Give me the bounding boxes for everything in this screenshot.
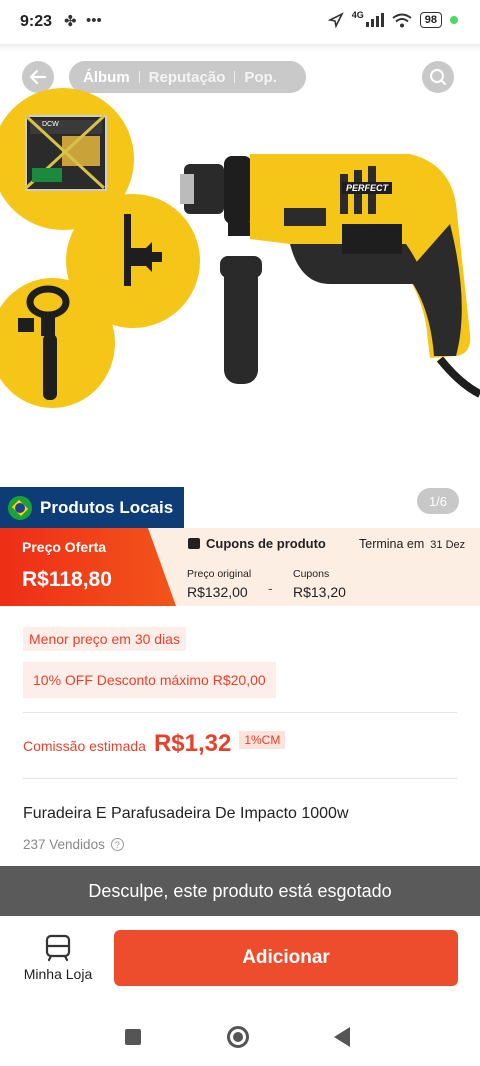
my-store-label: Minha Loja	[23, 966, 93, 982]
product-coupons[interactable]: Cupons de produto	[188, 536, 326, 551]
recents-icon[interactable]	[125, 1029, 141, 1045]
store-icon	[45, 934, 71, 962]
sold-count-text: 237 Vendidos	[23, 837, 105, 852]
coupons-value: R$13,20	[293, 584, 346, 600]
estimated-commission: Comissão estimada R$1,32 1%CM	[23, 730, 286, 758]
search-button[interactable]	[422, 61, 454, 93]
original-price-label: Preço original	[187, 568, 252, 580]
price-banner: Preço Oferta R$118,80 Cupons de produto …	[0, 528, 480, 606]
expiry-label: Termina em	[359, 537, 425, 551]
tab-reputacao[interactable]: Reputação	[145, 69, 230, 86]
system-nav-bar	[0, 1006, 480, 1066]
tab-divider	[234, 71, 236, 83]
arrow-left-icon	[29, 69, 47, 85]
product-gallery[interactable]: Álbum Reputação Pop. DCW PERFECT Produto…	[0, 44, 480, 528]
status-icons: 4G 98	[327, 10, 458, 28]
wifi-icon	[392, 13, 412, 27]
discount-tag[interactable]: 10% OFF Desconto máximo R$20,00	[23, 662, 276, 698]
coupon-ticket-icon	[188, 538, 200, 549]
commission-label: Comissão estimada	[23, 738, 146, 754]
local-products-label: Produtos Locais	[40, 497, 174, 517]
battery-level: 98	[419, 12, 442, 28]
coupons-title: Cupons de produto	[206, 536, 326, 551]
coupons-label: Cupons	[293, 568, 330, 580]
local-products-badge: Produtos Locais	[0, 487, 184, 528]
tab-album[interactable]: Álbum	[79, 69, 134, 86]
home-icon[interactable]	[227, 1026, 249, 1048]
drill-brand-label: PERFECT	[342, 182, 393, 194]
box-brand-text: DCW	[42, 121, 59, 128]
topbar-shadow	[0, 44, 480, 52]
search-icon	[430, 69, 446, 85]
minus-sign: -	[268, 580, 273, 596]
action-bar: Minha Loja Adicionar	[0, 916, 480, 1006]
location-icon	[327, 12, 344, 28]
signal-icon	[365, 13, 384, 27]
commission-value: R$1,32	[153, 730, 232, 757]
tab-divider	[138, 71, 140, 83]
commission-badge: 1%CM	[239, 731, 286, 749]
offer-price-label: Preço Oferta	[22, 539, 107, 555]
sold-count: 237 Vendidos ?	[23, 837, 124, 852]
brazil-flag-icon	[8, 495, 32, 520]
back-triangle-icon[interactable]	[334, 1027, 350, 1047]
original-price-value: R$132,00	[187, 584, 248, 600]
side-handle-thumbnail	[0, 278, 115, 408]
divider	[23, 712, 457, 713]
expiry-date: 31 Dez	[430, 539, 466, 551]
status-time: 9:23	[20, 13, 53, 30]
product-page: 9:23 ✤ ••• 4G 98 Álbum Reputação Pop. DC…	[0, 0, 480, 1066]
tab-pop[interactable]: Pop.	[240, 69, 281, 86]
add-button[interactable]: Adicionar	[114, 930, 458, 986]
image-pager: 1/6	[417, 488, 459, 514]
status-bar: 9:23 ✤ ••• 4G 98	[0, 0, 480, 44]
lowest-price-tag: Menor preço em 30 dias	[23, 627, 186, 651]
coupon-expiry: Termina em 31 Dez	[359, 537, 465, 551]
status-dot-icon	[450, 16, 458, 24]
product-title: Furadeira E Parafusadeira De Impacto 100…	[23, 805, 349, 822]
app-notification-icon: ✤	[64, 13, 77, 30]
sold-out-banner: Desculpe, este produto está esgotado	[0, 866, 480, 916]
offer-price-value: R$118,80	[22, 568, 112, 591]
my-store-button[interactable]: Minha Loja	[22, 934, 94, 982]
drill-image	[180, 154, 480, 425]
divider	[23, 778, 457, 779]
gallery-tabs: Álbum Reputação Pop.	[69, 61, 306, 93]
network-type: 4G	[351, 10, 364, 20]
more-dots-icon: •••	[86, 12, 102, 29]
help-icon[interactable]: ?	[110, 838, 124, 851]
